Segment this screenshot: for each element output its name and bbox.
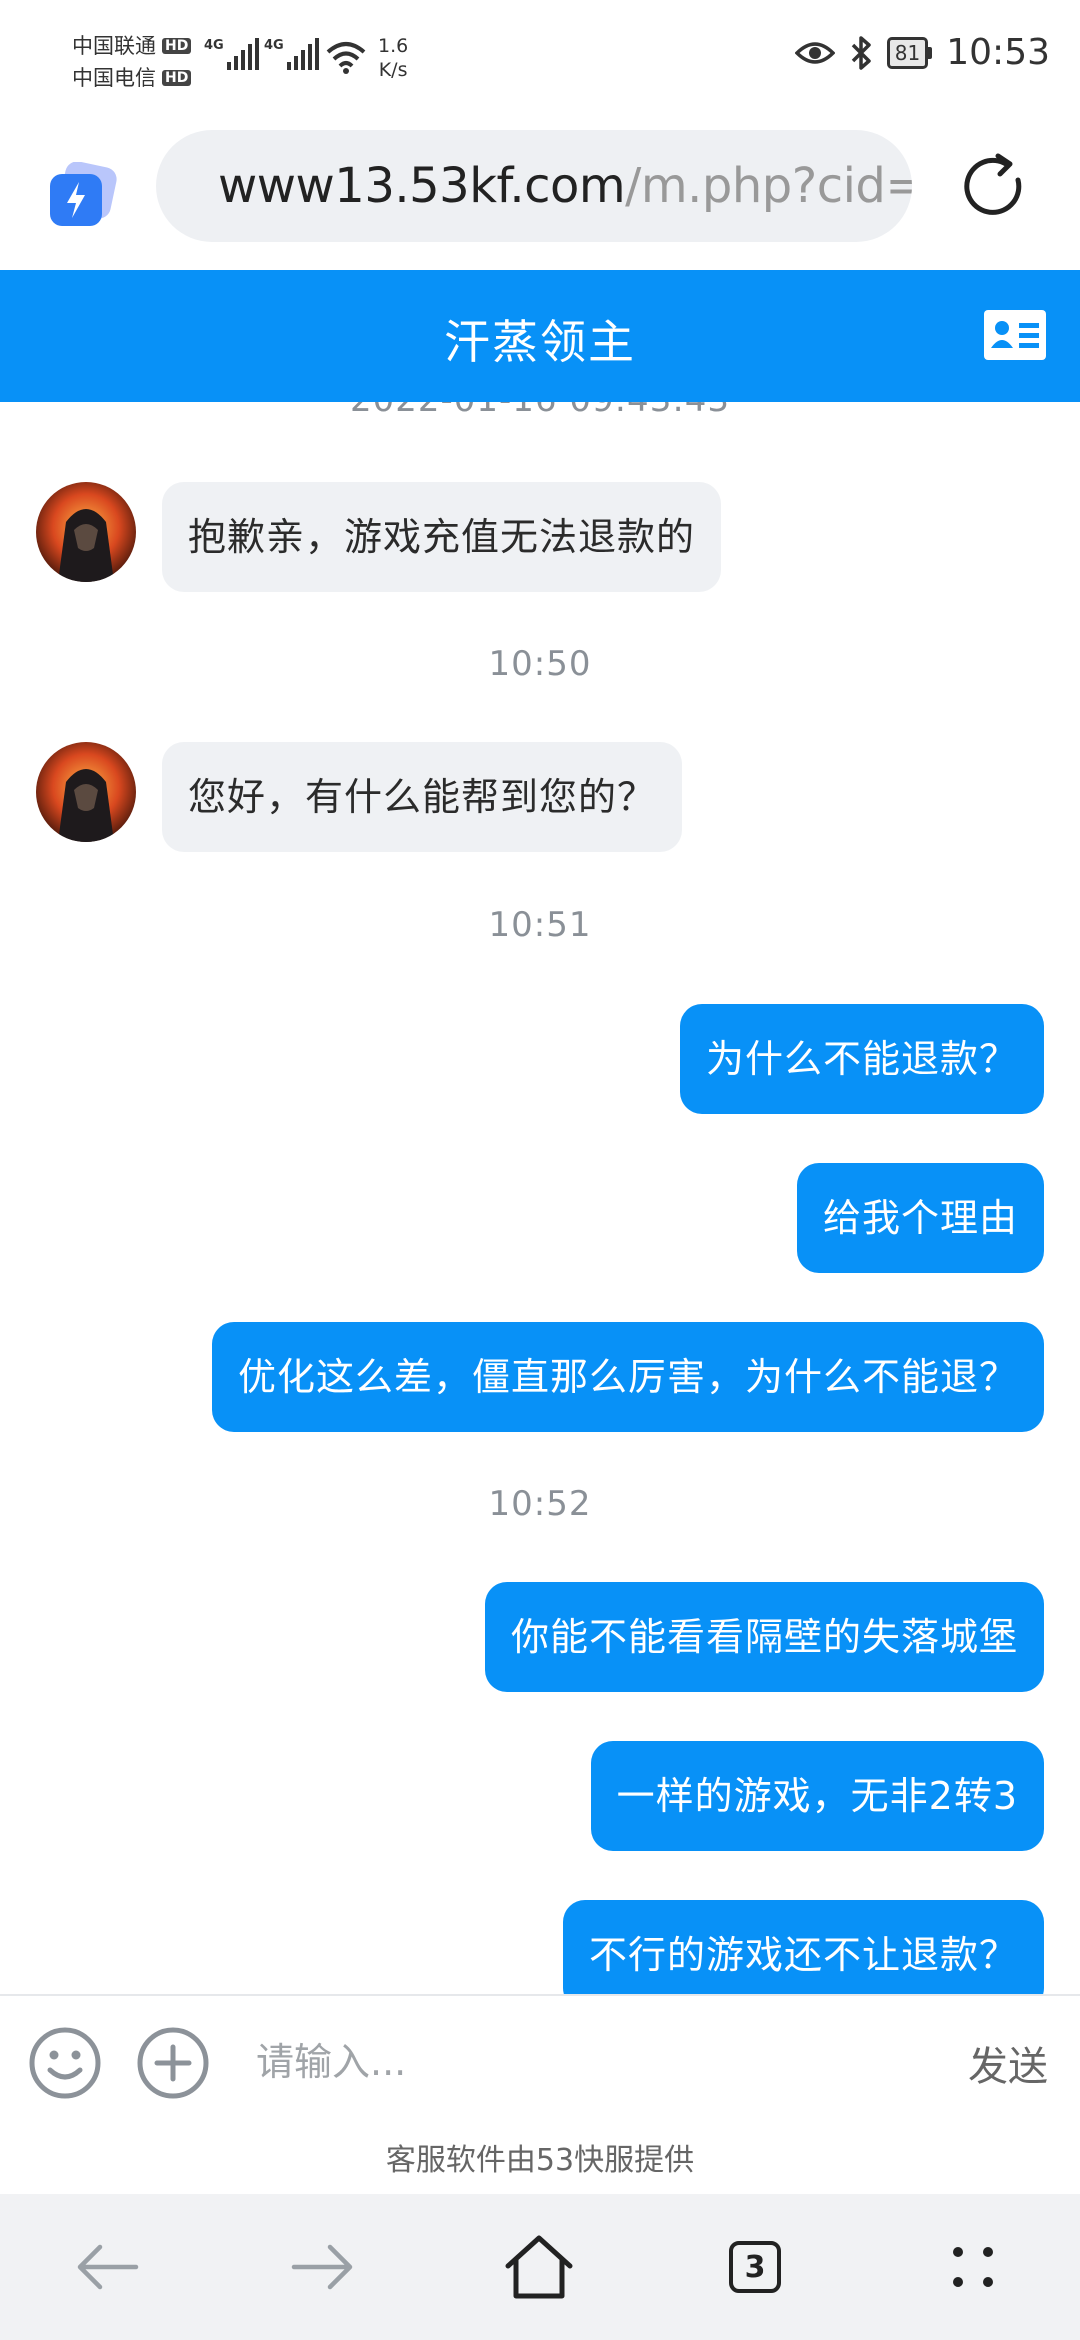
- carrier-1-label: 中国联通: [72, 34, 156, 58]
- network-1-label: 4G: [204, 38, 224, 53]
- reload-icon[interactable]: [958, 150, 1034, 226]
- contact-card-icon[interactable]: [984, 310, 1046, 360]
- forward-arrow-icon: [291, 2244, 353, 2290]
- hd-badge-1: HD: [162, 38, 192, 54]
- tab-count: 3: [744, 2249, 766, 2285]
- home-icon: [505, 2235, 573, 2299]
- signal-1-icon: 4G: [204, 38, 259, 70]
- chat-input-bar: 发送: [0, 1994, 1080, 2130]
- outgoing-message-bubble: 一样的游戏，无非2转3: [590, 1741, 1044, 1851]
- network-speed: 1.6 K/s: [378, 34, 408, 82]
- incoming-message-bubble: 您好，有什么能帮到您的？: [162, 742, 683, 852]
- forward-button[interactable]: [278, 2222, 368, 2312]
- back-arrow-icon: [77, 2244, 139, 2290]
- message-timestamp: 10:50: [488, 644, 592, 684]
- outgoing-message-bubble: 为什么不能退款？: [679, 1004, 1044, 1114]
- url-domain: www13.53kf.com: [218, 158, 626, 214]
- battery-icon: 81: [886, 36, 933, 69]
- url-path: /m.php?cid=: [625, 158, 912, 214]
- send-button[interactable]: 发送: [968, 2034, 1048, 2092]
- menu-dots-icon: [953, 2247, 993, 2287]
- url-text: www13.53kf.com/m.php?cid=: [218, 158, 912, 214]
- wifi-icon: [326, 42, 366, 74]
- speed-unit: K/s: [378, 59, 408, 81]
- menu-button[interactable]: [928, 2222, 1018, 2312]
- outgoing-message-bubble: 给我个理由: [796, 1163, 1044, 1273]
- status-time: 10:53: [946, 32, 1050, 73]
- carrier-2-label: 中国电信: [72, 66, 156, 90]
- agent-avatar: [36, 742, 136, 842]
- chat-title: 汗蒸领主: [444, 315, 636, 369]
- battery-level: 81: [886, 36, 929, 69]
- message-list[interactable]: 2022-01-16 09:43:43 抱歉亲，游戏充值无法退款的 10:50: [0, 402, 1080, 1994]
- chat-header: 汗蒸领主: [0, 270, 1080, 402]
- provider-notice: 客服软件由53快服提供: [0, 2128, 1080, 2194]
- outgoing-message-bubble: 你能不能看看隔壁的失落城堡: [484, 1582, 1044, 1692]
- browser-toolbar: www13.53kf.com/m.php?cid=: [0, 120, 1080, 270]
- home-button[interactable]: [494, 2222, 584, 2312]
- smiley-icon[interactable]: [28, 2026, 102, 2100]
- incoming-message-bubble: 抱歉亲，游戏充值无法退款的: [162, 482, 722, 592]
- outgoing-message-bubble: 不行的游戏还不让退款？: [562, 1900, 1044, 1994]
- browser-bottom-nav: 3: [0, 2194, 1080, 2340]
- status-bar: 中国联通 HD 中国电信 HD 4G 4G 1.6 K/s 81 10:53: [0, 0, 1080, 120]
- signal-2-icon: 4G: [264, 38, 319, 70]
- tabs-icon: 3: [729, 2241, 781, 2293]
- plus-circle-icon[interactable]: [136, 2026, 210, 2100]
- network-2-label: 4G: [264, 38, 284, 53]
- lightning-icon[interactable]: [48, 162, 118, 232]
- message-timestamp: 10:52: [488, 1484, 592, 1524]
- message-timestamp: 2022-01-16 09:43:43: [0, 402, 1080, 420]
- message-timestamp: 10:51: [488, 905, 592, 945]
- eye-icon: [794, 41, 835, 64]
- message-input[interactable]: [236, 2016, 956, 2108]
- address-bar[interactable]: www13.53kf.com/m.php?cid=: [156, 130, 912, 242]
- hd-badge-2: HD: [162, 70, 192, 86]
- speed-value: 1.6: [378, 35, 409, 57]
- tabs-button[interactable]: 3: [710, 2222, 800, 2312]
- bluetooth-icon: [851, 35, 871, 70]
- back-button[interactable]: [62, 2222, 152, 2312]
- carrier-info: 中国联通 HD 中国电信 HD: [72, 30, 192, 94]
- agent-avatar: [36, 482, 136, 582]
- outgoing-message-bubble: 优化这么差，僵直那么厉害，为什么不能退？: [211, 1322, 1044, 1432]
